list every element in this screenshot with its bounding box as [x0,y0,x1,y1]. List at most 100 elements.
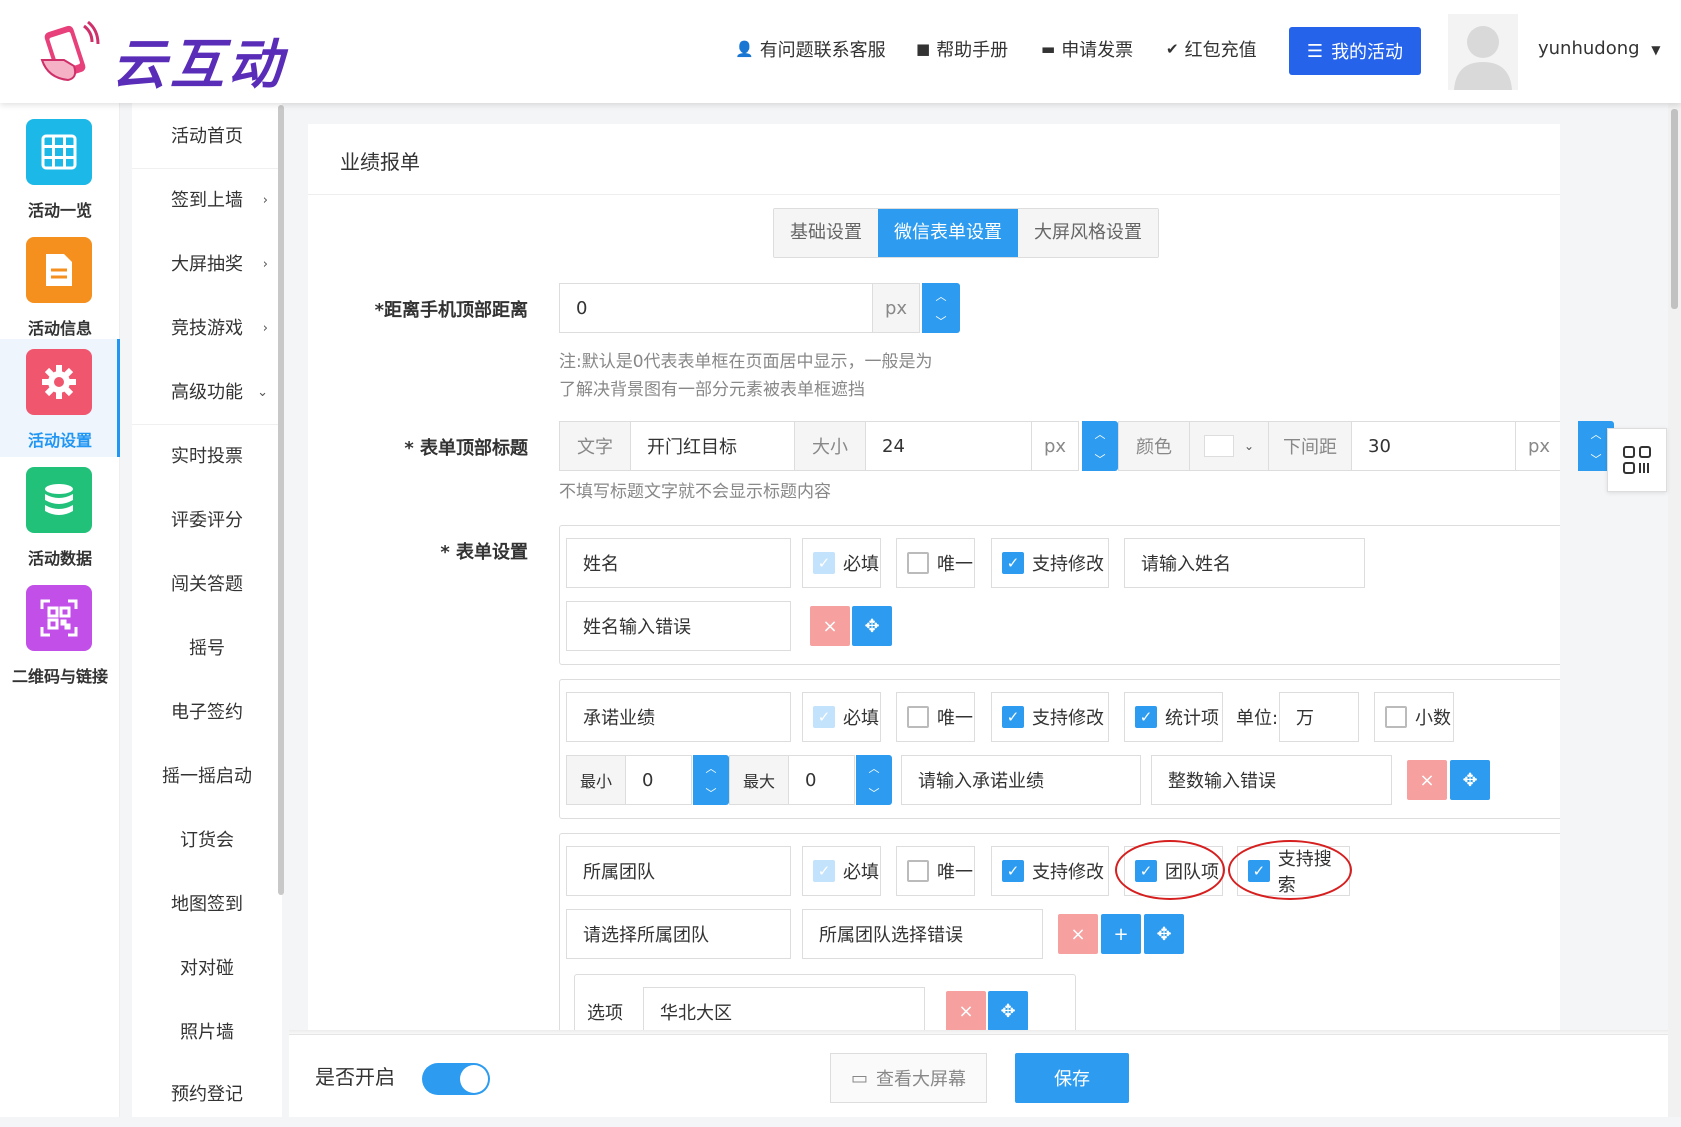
submenu-item-lottery[interactable]: 大屏抽奖 › [132,233,282,297]
invoice-link[interactable]: ▬ 申请发票 [1041,36,1133,62]
chevron-down-icon[interactable]: ﹀ [869,785,880,801]
form-title-spacing-input[interactable]: 30 [1351,421,1516,471]
move-field-button[interactable]: ✥ [1450,760,1490,800]
submenu-item-home[interactable]: 活动首页 [132,105,282,169]
submenu-item-signin-wall[interactable]: 签到上墙 › [132,169,282,233]
add-option-button[interactable]: + [1101,914,1141,954]
unique-checkbox[interactable]: 唯一 [896,538,975,588]
field-name-error-input[interactable]: 姓名输入错误 [566,601,791,651]
submenu-item-draw-number[interactable]: 摇号 [132,617,282,681]
required-checkbox[interactable]: ✓ 必填 [802,692,881,742]
nav-activity-data[interactable]: 活动数据 [0,457,120,575]
save-button[interactable]: 保存 [1015,1053,1129,1103]
nav-activity-overview[interactable]: 活动一览 [0,109,120,227]
editable-checkbox[interactable]: ✓ 支持修改 [991,846,1109,896]
required-checkbox[interactable]: ✓ 必填 [802,538,881,588]
floating-qrcode-button[interactable] [1607,428,1667,492]
chevron-down-icon[interactable]: ﹀ [706,785,717,801]
form-title-size-input[interactable]: 24 [865,421,1032,471]
delete-option-button[interactable]: × [946,991,986,1031]
submenu-item-order-fair[interactable]: 订货会 [132,809,282,873]
option-input[interactable]: 华北大区 [643,987,925,1034]
submenu-item-photo-wall[interactable]: 照片墙 [132,1001,282,1065]
page-scrollbar[interactable] [1668,103,1681,1117]
unit-label: 单位: [1236,708,1279,729]
submenu-item-map-signin[interactable]: 地图签到 [132,873,282,937]
redpacket-recharge-link[interactable]: ✔ 红包充值 [1166,36,1257,62]
nav-qrcode-link[interactable]: 二维码与链接 [0,575,120,693]
chevron-up-icon[interactable]: ︿ [1591,426,1602,442]
field-name-input[interactable]: 姓名 [566,538,791,588]
move-field-button[interactable]: ✥ [852,606,892,646]
unique-checkbox[interactable]: 唯一 [896,846,975,896]
chevron-down-icon[interactable]: ﹀ [936,313,947,329]
submenu-item-match[interactable]: 对对碰 [132,937,282,1001]
chevron-up-icon[interactable]: ︿ [869,760,880,776]
submenu-item-games[interactable]: 竞技游戏 › [132,297,282,361]
tab-wechat-form[interactable]: 微信表单设置 [878,209,1018,257]
contact-service-link[interactable]: 👤 有问题联系客服 [735,36,886,62]
unit-input[interactable]: 万 [1279,692,1359,742]
field-team-placeholder-input[interactable]: 请选择所属团队 [566,909,791,959]
move-option-button[interactable]: ✥ [988,991,1028,1031]
help-manual-link[interactable]: ■ 帮助手册 [916,36,1008,62]
max-input[interactable]: 0 [788,755,855,805]
submenu-item-advanced[interactable]: 高级功能 ⌄ [132,361,282,425]
field-group-promise: 承诺业绩 ✓ 必填 唯一 ✓ 支持修改 ✓ 统计项 单位: 万 小数 最小 0 ︿ ﹀ … [559,679,1560,819]
color-picker[interactable]: ⌄ [1189,421,1269,471]
submenu-item-shake-start[interactable]: 摇一摇启动 [132,745,282,809]
sub-menu: 活动首页 签到上墙 › 大屏抽奖 › 竞技游戏 › 高级功能 ⌄ 实时投票 评委评分 闯… [132,103,282,1117]
chevron-up-icon[interactable]: ︿ [1095,426,1106,442]
decimal-checkbox[interactable]: 小数 [1374,692,1454,742]
chevron-down-icon[interactable]: ﹀ [1591,451,1602,467]
field-name-placeholder-input[interactable]: 请输入姓名 [1124,538,1365,588]
editable-checkbox[interactable]: ✓ 支持修改 [991,692,1109,742]
size-stepper[interactable]: ︿ ﹀ [1082,421,1118,471]
gear-icon [26,349,92,415]
avatar[interactable] [1448,14,1518,90]
my-activity-button[interactable]: ☰ 我的活动 [1289,27,1421,75]
top-distance-input[interactable]: 0 [559,283,873,333]
chevron-up-icon[interactable]: ︿ [706,760,717,776]
tab-screen-style[interactable]: 大屏风格设置 [1018,209,1158,257]
field-promise-placeholder-input[interactable]: 请输入承诺业绩 [901,755,1141,805]
nav-activity-info[interactable]: 活动信息 [0,227,120,345]
min-input[interactable]: 0 [625,755,692,805]
stat-checkbox[interactable]: ✓ 统计项 [1124,692,1223,742]
form-title-text-input[interactable]: 开门红目标 [630,421,795,471]
editable-checkbox[interactable]: ✓ 支持修改 [991,538,1109,588]
submenu-item-reservation[interactable]: 预约登记 [132,1063,282,1127]
submenu-item-esign[interactable]: 电子签约 [132,681,282,745]
delete-field-button[interactable]: × [1058,914,1098,954]
database-icon [26,467,92,533]
field-team-error-input[interactable]: 所属团队选择错误 [802,909,1043,959]
username-dropdown[interactable]: yunhudong ▼ [1538,38,1661,59]
delete-field-button[interactable]: × [1407,760,1447,800]
chevron-down-icon[interactable]: ﹀ [1095,451,1106,467]
enable-toggle[interactable] [422,1063,490,1095]
delete-field-button[interactable]: × [810,606,850,646]
unique-checkbox[interactable]: 唯一 [896,692,975,742]
move-field-button[interactable]: ✥ [1144,914,1184,954]
submenu-item-quiz[interactable]: 闯关答题 [132,553,282,617]
max-stepper[interactable]: ︿ ﹀ [856,755,892,805]
settings-tabs: 基础设置 微信表单设置 大屏风格设置 [773,208,1159,258]
min-stepper[interactable]: ︿ ﹀ [693,755,729,805]
view-screen-button[interactable]: ▭ 查看大屏幕 [830,1053,987,1103]
submenu-item-judge[interactable]: 评委评分 [132,489,282,553]
page-title: 业绩报单 [340,150,420,174]
chevron-up-icon[interactable]: ︿ [936,288,947,304]
scrollbar-thumb[interactable] [1671,109,1678,309]
submenu-scrollbar[interactable] [278,105,284,895]
required-checkbox[interactable]: ✓ 必填 [802,846,881,896]
submenu-item-vote[interactable]: 实时投票 [132,425,282,489]
field-promise-input[interactable]: 承诺业绩 [566,692,791,742]
tab-basic[interactable]: 基础设置 [774,209,878,257]
top-distance-stepper[interactable]: ︿ ﹀ [922,283,960,333]
field-team-input[interactable]: 所属团队 [566,846,791,896]
nav-activity-settings[interactable]: 活动设置 [0,339,120,457]
field-promise-error-input[interactable]: 整数输入错误 [1151,755,1392,805]
logo[interactable]: 云互动 [28,14,298,96]
form-title-note: 不填写标题文字就不会显示标题内容 [559,482,831,502]
option-row: 选项 华北大区 × ✥ [574,974,1076,1034]
